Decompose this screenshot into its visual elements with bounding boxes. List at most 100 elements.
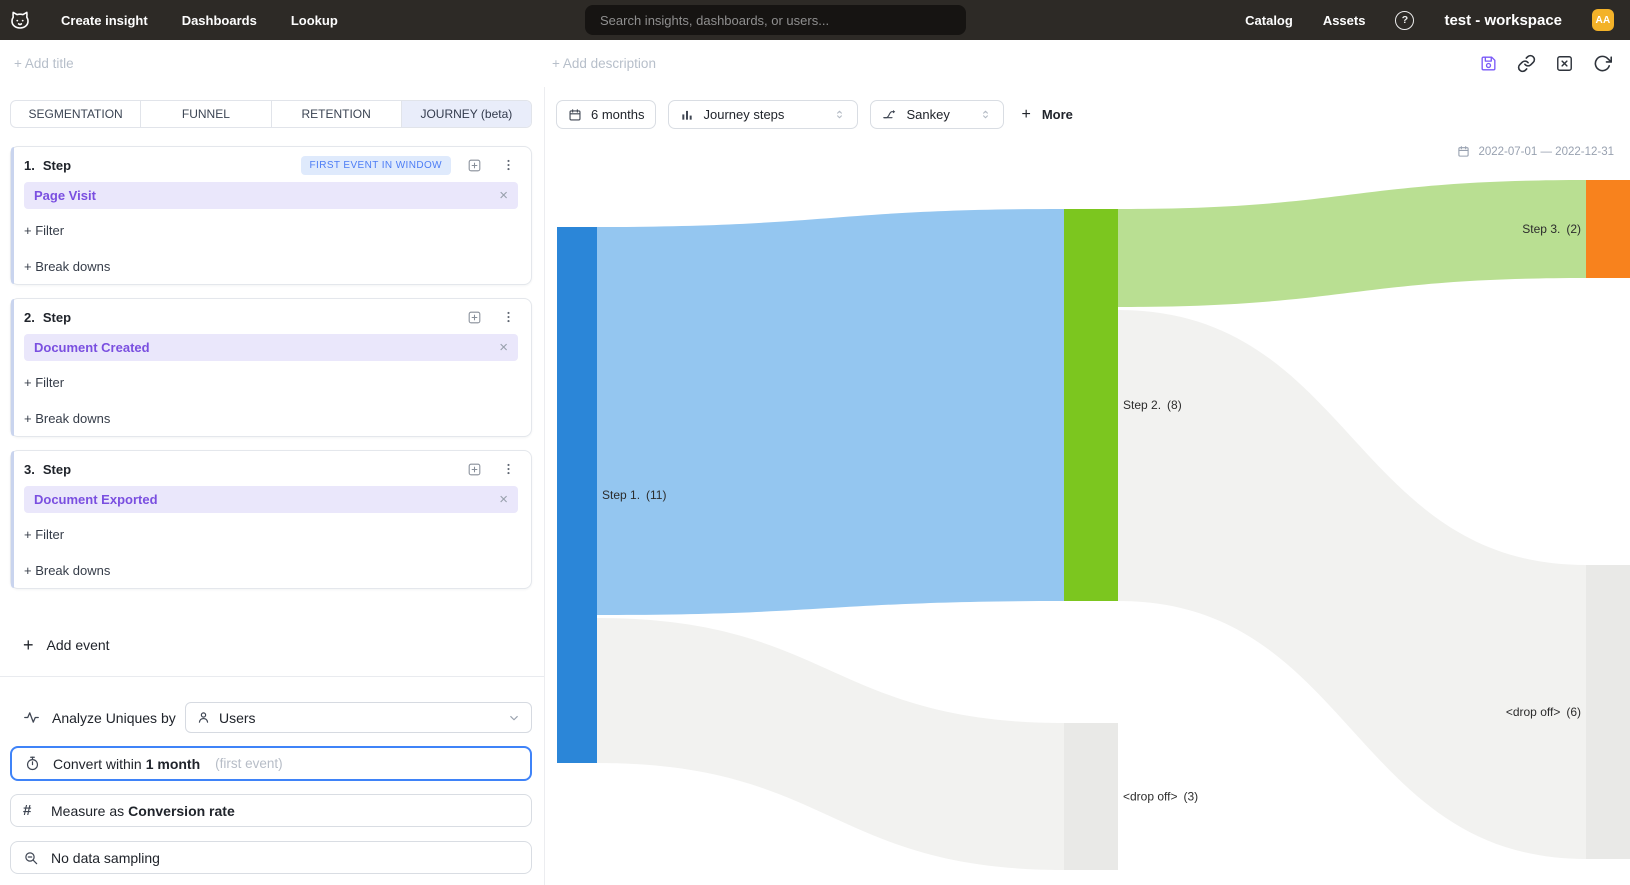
step-menu-icon[interactable] xyxy=(501,157,516,173)
stopwatch-icon xyxy=(24,755,41,772)
user-icon xyxy=(196,710,211,725)
sankey-node-label-step1: Step 1. (11) xyxy=(602,488,666,502)
copy-link-icon[interactable] xyxy=(1517,54,1536,73)
add-step-icon[interactable] xyxy=(467,158,482,173)
add-filter-button[interactable]: + Filter xyxy=(24,375,64,390)
tab-funnel[interactable]: FUNNEL xyxy=(141,101,271,127)
workspace-name[interactable]: test - workspace xyxy=(1444,12,1562,29)
zoom-out-icon xyxy=(23,850,39,866)
data-sampling-label: No data sampling xyxy=(51,850,160,866)
avatar[interactable]: AA xyxy=(1592,9,1614,31)
remove-event-icon[interactable]: × xyxy=(499,340,508,355)
add-title-button[interactable]: + Add title xyxy=(14,56,74,71)
sankey-link-step2-to-dropoff-after-step2[interactable] xyxy=(1118,310,1586,859)
data-sampling-setting[interactable]: No data sampling xyxy=(10,841,532,874)
calendar-icon xyxy=(568,108,582,122)
tab-journey-beta[interactable]: JOURNEY (beta) xyxy=(402,101,531,127)
step-card: 3. Step Document Exported × + Filt xyxy=(10,450,532,589)
nav-item-create-insight[interactable]: Create insight xyxy=(61,13,148,28)
measure-as-value: Conversion rate xyxy=(128,803,235,819)
6-months-label: 6 months xyxy=(591,107,644,122)
step-header: 2. Step xyxy=(24,308,518,326)
sankey-node-step2[interactable] xyxy=(1064,209,1118,601)
step-header: 3. Step xyxy=(24,460,518,478)
conversion-window-setting[interactable]: Convert within1 month (first event) xyxy=(10,746,532,781)
add-step-icon[interactable] xyxy=(467,310,482,325)
step-card: 1. Step FIRST EVENT IN WINDOW Page Visit… xyxy=(10,146,532,285)
more-button[interactable]: +More xyxy=(1021,107,1072,123)
step-number: 3. xyxy=(24,462,35,477)
analyze-row: Analyze Uniques by Users xyxy=(10,702,532,733)
insight-header: + Add title + Add description xyxy=(0,40,1630,87)
analyze-by-select[interactable]: Users xyxy=(185,702,532,733)
event-chip[interactable]: Document Exported × xyxy=(24,486,518,513)
step-event-label: Document Created xyxy=(34,340,150,355)
insight-config-panel: SEGMENTATIONFUNNELRETENTIONJOURNEY (beta… xyxy=(0,87,545,885)
step-title: Step xyxy=(43,310,71,325)
insight-type-tabs: SEGMENTATIONFUNNELRETENTIONJOURNEY (beta… xyxy=(10,100,532,128)
app-logo-cat-icon[interactable] xyxy=(8,8,32,32)
sankey-node-label-step2: Step 2. (8) xyxy=(1123,398,1182,412)
step-number: 1. xyxy=(24,158,35,173)
nav-item-lookup[interactable]: Lookup xyxy=(291,13,338,28)
sankey-link-step2-to-step3[interactable] xyxy=(1118,180,1586,307)
chart-panel: 6 monthsJourney stepsSankey+More 2022-07… xyxy=(546,87,1630,885)
add-breakdown-button[interactable]: + Break downs xyxy=(24,259,110,274)
journey-steps-select[interactable]: Journey steps xyxy=(668,100,858,129)
search-input[interactable] xyxy=(585,13,966,28)
chevron-down-icon xyxy=(507,711,521,725)
sankey-chart: Step 1. (11)Step 2. (8)<drop off> (3)Ste… xyxy=(546,140,1630,885)
add-breakdown-button[interactable]: + Break downs xyxy=(24,563,110,578)
step-menu-icon[interactable] xyxy=(501,461,516,477)
analyze-label: Analyze Uniques by xyxy=(52,710,176,726)
add-description-button[interactable]: + Add description xyxy=(552,56,656,71)
event-chip[interactable]: Document Created × xyxy=(24,334,518,361)
insight-actions xyxy=(1479,54,1612,73)
step-menu-icon[interactable] xyxy=(501,309,516,325)
tab-retention[interactable]: RETENTION xyxy=(272,101,402,127)
sankey-node-dropoff-after-step2[interactable] xyxy=(1586,565,1630,859)
step-title: Step xyxy=(43,158,71,173)
activity-icon xyxy=(23,709,40,726)
sankey-node-label-dropoff-after-step2: <drop off> (6) xyxy=(1506,705,1581,719)
refresh-icon[interactable] xyxy=(1593,54,1612,73)
remove-event-icon[interactable]: × xyxy=(499,188,508,203)
search-bar[interactable] xyxy=(585,5,966,35)
add-filter-button[interactable]: + Filter xyxy=(24,223,64,238)
nav-item-catalog[interactable]: Catalog xyxy=(1245,13,1293,28)
sankey-node-dropoff-after-step1[interactable] xyxy=(1064,723,1118,870)
sankey-select[interactable]: Sankey xyxy=(870,100,1004,129)
plus-icon: + xyxy=(1021,107,1030,123)
help-icon[interactable]: ? xyxy=(1395,11,1414,30)
remove-event-icon[interactable]: × xyxy=(499,492,508,507)
measure-as-label: Measure as xyxy=(51,803,124,819)
add-filter-button[interactable]: + Filter xyxy=(24,527,64,542)
6-months-button[interactable]: 6 months xyxy=(556,100,656,129)
tab-segmentation[interactable]: SEGMENTATION xyxy=(11,101,141,127)
nav-item-dashboards[interactable]: Dashboards xyxy=(182,13,257,28)
sankey-node-step1[interactable] xyxy=(557,227,597,763)
add-event-button[interactable]: + Add event xyxy=(10,636,110,654)
chart-toolbar: 6 months Journey steps Sankey +More xyxy=(556,100,1073,129)
measure-as-setting[interactable]: # Measure asConversion rate xyxy=(10,794,532,827)
convert-within-label: Convert within xyxy=(53,756,142,772)
save-icon[interactable] xyxy=(1479,54,1498,73)
event-chip[interactable]: Page Visit × xyxy=(24,182,518,209)
step-number: 2. xyxy=(24,310,35,325)
sankey-link-step1-to-step2[interactable] xyxy=(597,209,1064,615)
sankey-node-step3[interactable] xyxy=(1586,180,1630,278)
add-breakdown-button[interactable]: + Break downs xyxy=(24,411,110,426)
sankey-label: Sankey xyxy=(906,107,949,122)
select-arrows-icon xyxy=(833,107,846,122)
convert-within-value: 1 month xyxy=(146,756,200,772)
step-event-label: Document Exported xyxy=(34,492,158,507)
step-event-label: Page Visit xyxy=(34,188,96,203)
analyze-by-value: Users xyxy=(219,710,256,726)
sankey-node-label-step3: Step 3. (2) xyxy=(1522,222,1581,236)
bar-chart-icon xyxy=(680,108,694,122)
clear-insight-icon[interactable] xyxy=(1555,54,1574,73)
hash-icon: # xyxy=(23,802,39,819)
sankey-link-step1-to-dropoff-after-step1[interactable] xyxy=(597,618,1064,870)
nav-item-assets[interactable]: Assets xyxy=(1323,13,1366,28)
add-step-icon[interactable] xyxy=(467,462,482,477)
